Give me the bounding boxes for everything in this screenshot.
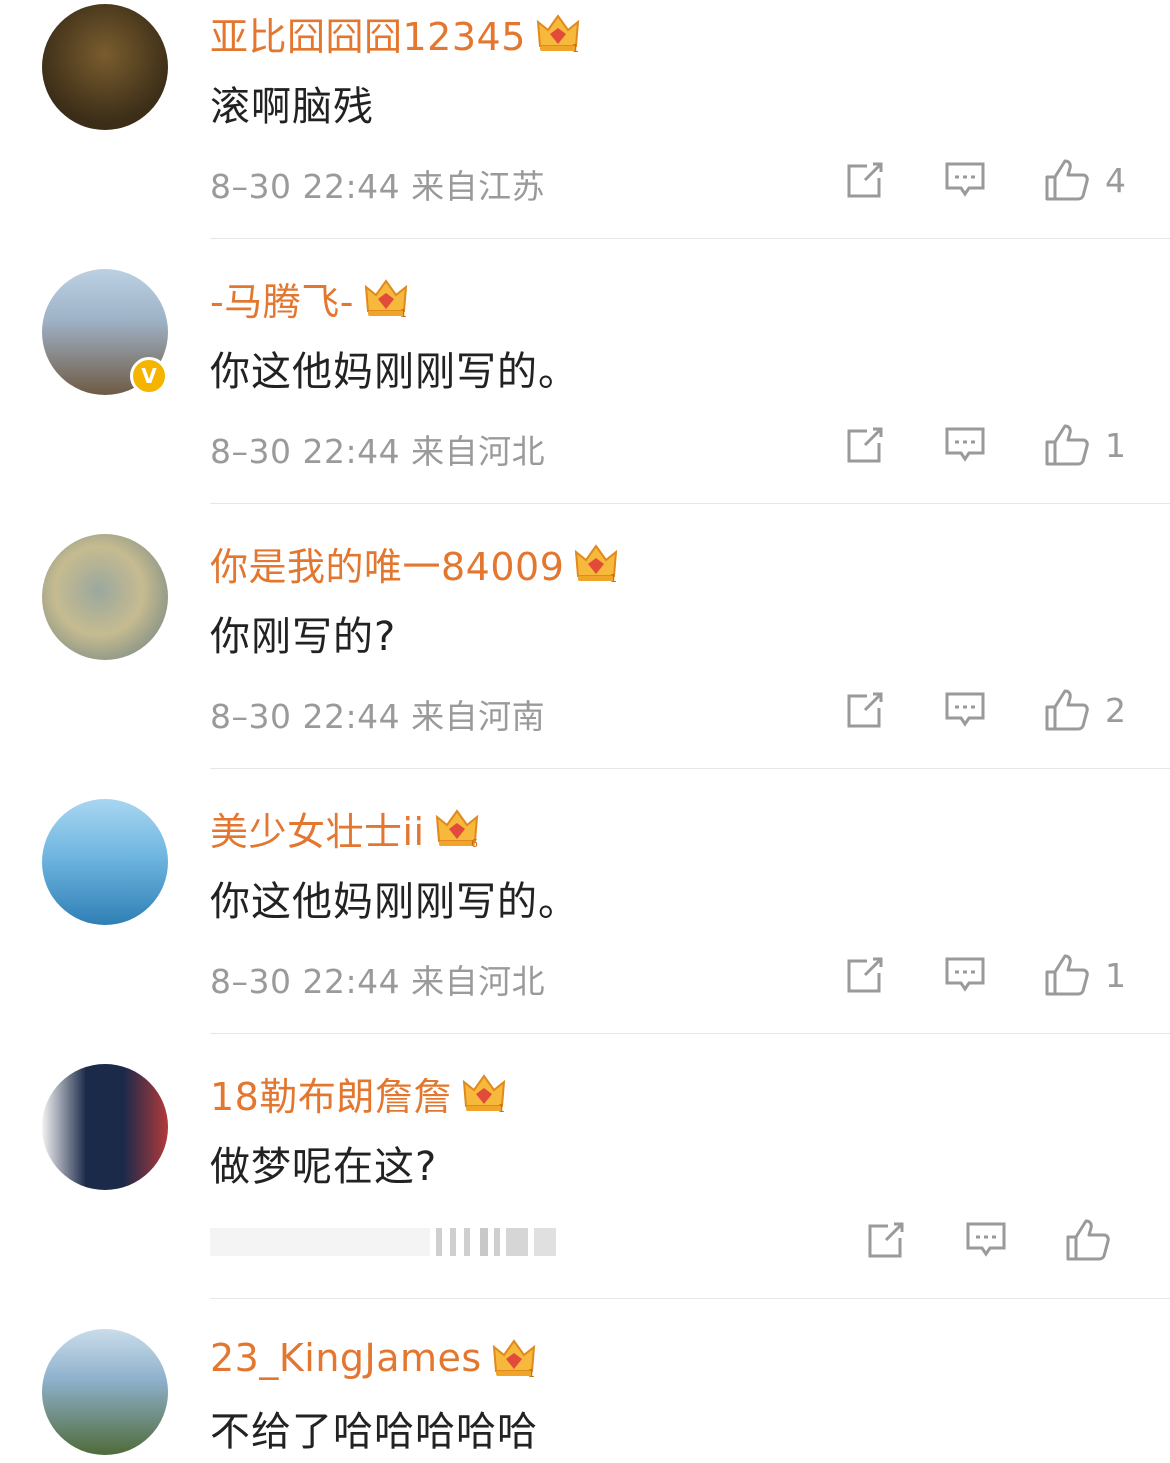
like-count: 1 — [1105, 955, 1126, 995]
crown-icon: 6 — [435, 809, 478, 849]
reply-button[interactable] — [964, 1220, 1008, 1260]
username[interactable]: 你是我的唯一84009 — [210, 536, 564, 591]
svg-text:1: 1 — [528, 1367, 535, 1379]
username[interactable]: 亚比囧囧囧12345 — [210, 6, 526, 61]
share-icon — [847, 692, 883, 728]
like-count: 2 — [1105, 690, 1126, 730]
divider — [210, 503, 1170, 504]
avatar[interactable] — [42, 1329, 168, 1455]
reply-button[interactable] — [943, 160, 987, 200]
divider — [210, 238, 1170, 239]
like-icon — [1045, 159, 1089, 201]
comment-meta: 8–30 22:44 来自河南 — [210, 697, 546, 736]
divider — [210, 1298, 1170, 1299]
comment-meta: 8–30 22:44 来自河北 — [210, 432, 546, 471]
comment-item: 美少女壮士ii 6 你这他妈刚刚写的。 8–30 22:44 来自河北 1 — [0, 795, 1170, 1060]
like-button[interactable]: 1 — [1043, 422, 1126, 468]
like-button[interactable]: 2 — [1043, 687, 1126, 733]
avatar[interactable] — [42, 799, 168, 925]
comment-text: 你刚写的? — [210, 614, 397, 660]
like-icon — [1045, 424, 1089, 466]
comment-item: 亚比囧囧囧12345 1 滚啊脑残 8–30 22:44 来自江苏 4 — [0, 0, 1170, 265]
share-icon — [847, 162, 883, 198]
like-icon — [1066, 1219, 1110, 1261]
like-icon — [1045, 954, 1089, 996]
avatar[interactable] — [42, 4, 168, 130]
like-icon — [1045, 689, 1089, 731]
svg-text:1: 1 — [572, 42, 579, 54]
crown-icon: 1 — [575, 544, 618, 584]
svg-text:1: 1 — [610, 572, 617, 584]
svg-text:6: 6 — [471, 837, 478, 849]
reply-button[interactable] — [943, 425, 987, 465]
crown-icon: 1 — [462, 1074, 506, 1114]
share-button[interactable] — [843, 425, 885, 465]
share-icon — [847, 957, 883, 993]
reply-button[interactable] — [943, 690, 987, 730]
avatar[interactable] — [42, 534, 168, 660]
comment-text: 你这他妈刚刚写的。 — [210, 349, 579, 395]
divider — [210, 1033, 1170, 1034]
comment-text: 做梦呢在这? — [210, 1144, 438, 1190]
reply-icon — [945, 427, 985, 462]
like-button[interactable] — [1064, 1217, 1126, 1263]
username[interactable]: 23_KingJames — [210, 1336, 482, 1380]
reply-button[interactable] — [943, 955, 987, 995]
share-button[interactable] — [864, 1220, 906, 1260]
like-button[interactable]: 1 — [1043, 952, 1126, 998]
verified-icon: V — [130, 357, 168, 395]
reply-icon — [945, 162, 985, 197]
comment-item: 你是我的唯一84009 1 你刚写的? 8–30 22:44 来自河南 2 — [0, 530, 1170, 795]
comment-text: 滚啊脑残 — [210, 84, 374, 130]
share-icon — [868, 1222, 904, 1258]
comment-item: 23_KingJames 1 不给了哈哈哈哈哈 — [0, 1325, 1170, 1463]
crown-icon: 1 — [536, 14, 580, 54]
reply-icon — [945, 957, 985, 992]
reply-icon — [966, 1222, 1006, 1257]
avatar[interactable] — [42, 1064, 168, 1190]
svg-text:1: 1 — [498, 1102, 505, 1114]
comment-text: 你这他妈刚刚写的。 — [210, 879, 579, 925]
divider — [210, 768, 1170, 769]
reply-icon — [945, 692, 985, 727]
comment-item: V -马腾飞- 1 你这他妈刚刚写的。 8–30 22:44 来自河北 1 — [0, 265, 1170, 530]
username[interactable]: 美少女壮士ii — [210, 801, 425, 856]
username[interactable]: 18勒布朗詹詹 — [210, 1066, 452, 1121]
comment-meta: 8–30 22:44 来自江苏 — [210, 167, 546, 206]
like-button[interactable]: 4 — [1043, 157, 1126, 203]
comment-item: 18勒布朗詹詹 1 做梦呢在这? — [0, 1060, 1170, 1325]
username[interactable]: -马腾飞- — [210, 271, 354, 326]
comment-meta-redacted — [210, 1228, 556, 1256]
comment-text: 不给了哈哈哈哈哈 — [210, 1409, 538, 1455]
share-icon — [847, 427, 883, 463]
share-button[interactable] — [843, 955, 885, 995]
share-button[interactable] — [843, 690, 885, 730]
crown-icon: 1 — [492, 1339, 535, 1379]
comment-meta: 8–30 22:44 来自河北 — [210, 962, 546, 1001]
like-count: 1 — [1105, 425, 1126, 465]
share-button[interactable] — [843, 160, 885, 200]
like-count: 4 — [1105, 160, 1126, 200]
crown-icon: 1 — [364, 279, 408, 319]
svg-text:1: 1 — [400, 307, 407, 319]
